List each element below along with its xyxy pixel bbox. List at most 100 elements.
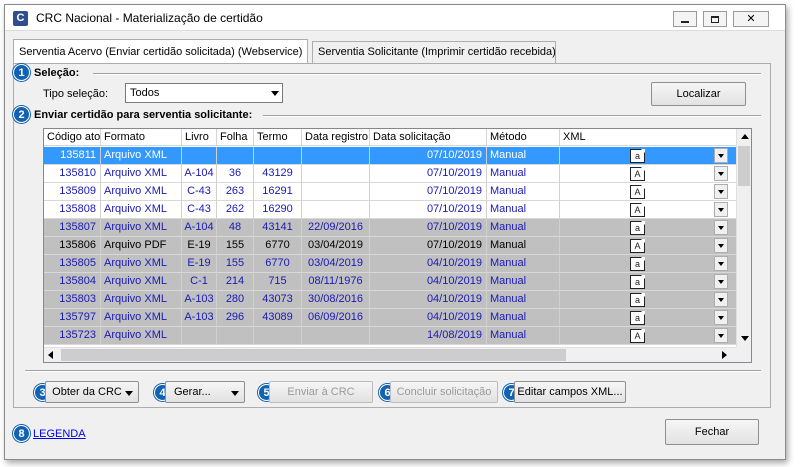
xml-document-icon[interactable]: A <box>630 185 645 199</box>
table-row[interactable]: 135810 Arquivo XML A-104 36 43129 07/10/2019 M… <box>44 165 736 183</box>
xml-dropdown-button[interactable] <box>714 184 728 199</box>
cell-data-solicitacao: 07/10/2019 <box>370 165 487 183</box>
scroll-left-icon[interactable] <box>48 351 53 359</box>
cell-termo: 6770 <box>254 237 302 255</box>
cell-codigo: 135811 <box>44 147 101 165</box>
dropdown-arrow-icon <box>231 391 239 396</box>
cell-xml: a <box>560 273 736 291</box>
table-row[interactable]: 135808 Arquivo XML C-43 262 16290 07/10/2019 M… <box>44 201 736 219</box>
xml-document-icon[interactable]: a <box>630 257 645 271</box>
cell-formato: Arquivo XML <box>101 309 182 327</box>
scroll-thumb[interactable] <box>738 146 750 186</box>
table-row[interactable]: 135803 Arquivo XML A-103 280 43073 30/08/2016… <box>44 291 736 309</box>
table-row[interactable]: 135805 Arquivo XML E-19 155 6770 03/04/2019 04… <box>44 255 736 273</box>
minimize-button[interactable] <box>673 11 697 27</box>
table-row[interactable]: 135806 Arquivo PDF E-19 155 6770 03/04/2019 07… <box>44 237 736 255</box>
cell-codigo: 135807 <box>44 219 101 237</box>
col-data-solicitacao[interactable]: Data solicitação <box>370 129 487 146</box>
xml-document-icon[interactable]: a <box>630 149 645 163</box>
grid-header: Código ato Formato Livro Folha Termo Dat… <box>44 129 736 146</box>
xml-document-icon[interactable]: a <box>630 221 645 235</box>
xml-dropdown-button[interactable] <box>714 310 728 325</box>
col-livro[interactable]: Livro <box>182 129 217 146</box>
cell-data-solicitacao: 07/10/2019 <box>370 183 487 201</box>
col-metodo[interactable]: Método <box>487 129 560 146</box>
cell-data-solicitacao: 04/10/2019 <box>370 309 487 327</box>
tab-serventia-acervo[interactable]: Serventia Acervo (Enviar certidão solici… <box>13 39 308 63</box>
obter-da-crc-button[interactable]: Obter da CRC <box>45 381 139 403</box>
xml-dropdown-button[interactable] <box>714 256 728 271</box>
xml-document-icon[interactable]: a <box>630 275 645 289</box>
table-row[interactable]: 135797 Arquivo XML A-103 296 43089 06/09/2016… <box>44 309 736 327</box>
xml-dropdown-button[interactable] <box>714 274 728 289</box>
cell-xml: A <box>560 183 736 201</box>
scroll-right-icon[interactable] <box>722 351 727 359</box>
cell-termo: 16291 <box>254 183 302 201</box>
xml-document-icon[interactable]: A <box>630 167 645 181</box>
table-row[interactable]: 135723 Arquivo XML 14/08/2019 Manual A <box>44 327 736 345</box>
cell-metodo: Manual <box>487 309 560 327</box>
xml-dropdown-button[interactable] <box>714 292 728 307</box>
table-row[interactable]: 135811 Arquivo XML 07/10/2019 Manual a <box>44 147 736 165</box>
col-data-registro[interactable]: Data registro <box>302 129 370 146</box>
cell-data-registro: 06/09/2016 <box>302 309 370 327</box>
cell-folha: 155 <box>217 237 254 255</box>
cell-termo: 43129 <box>254 165 302 183</box>
localizar-button[interactable]: Localizar <box>651 82 746 106</box>
close-button[interactable]: ✕ <box>733 11 769 27</box>
fechar-button[interactable]: Fechar <box>665 419 759 445</box>
scroll-up-icon[interactable] <box>741 134 749 139</box>
cell-data-solicitacao: 04/10/2019 <box>370 291 487 309</box>
title-bar[interactable]: C CRC Nacional - Materialização de certi… <box>5 5 785 31</box>
xml-dropdown-button[interactable] <box>714 220 728 235</box>
cell-metodo: Manual <box>487 219 560 237</box>
cell-metodo: Manual <box>487 147 560 165</box>
xml-document-icon[interactable]: a <box>630 311 645 325</box>
cell-xml: a <box>560 291 736 309</box>
scroll-corner <box>736 347 751 362</box>
xml-dropdown-button[interactable] <box>714 148 728 163</box>
xml-document-icon[interactable]: A <box>630 203 645 217</box>
cell-data-registro: 22/09/2016 <box>302 219 370 237</box>
cell-metodo: Manual <box>487 183 560 201</box>
scroll-down-icon[interactable] <box>741 336 749 341</box>
xml-dropdown-button[interactable] <box>714 238 728 253</box>
xml-dropdown-button[interactable] <box>714 202 728 217</box>
horizontal-scrollbar[interactable] <box>44 347 736 362</box>
tipo-selecao-select[interactable]: Todos <box>125 83 283 103</box>
cell-data-registro <box>302 147 370 165</box>
chevron-down-icon <box>271 91 279 96</box>
concluir-solicitacao-button[interactable]: Concluir solicitação <box>390 381 498 403</box>
cell-termo <box>254 147 302 165</box>
col-formato[interactable]: Formato <box>101 129 182 146</box>
gerar-button[interactable]: Gerar... <box>165 381 245 403</box>
maximize-icon <box>711 15 719 23</box>
maximize-button[interactable] <box>703 11 727 27</box>
col-xml[interactable]: XML <box>560 129 736 146</box>
col-codigo-ato[interactable]: Código ato <box>44 129 101 146</box>
xml-dropdown-button[interactable] <box>714 328 728 343</box>
cell-folha <box>217 147 254 165</box>
obter-label: Obter da CRC <box>52 386 122 398</box>
editar-campos-xml-button[interactable]: Editar campos XML... <box>514 381 626 403</box>
enviar-crc-button[interactable]: Enviar à CRC <box>269 381 373 403</box>
table-row[interactable]: 135809 Arquivo XML C-43 263 16291 07/10/2019 M… <box>44 183 736 201</box>
xml-document-icon[interactable]: a <box>630 293 645 307</box>
cell-data-registro <box>302 165 370 183</box>
col-termo[interactable]: Termo <box>254 129 302 146</box>
badge-1: 1 <box>13 64 30 81</box>
xml-document-icon[interactable]: A <box>630 239 645 253</box>
cell-codigo: 135806 <box>44 237 101 255</box>
tab-serventia-solicitante[interactable]: Serventia Solicitante (Imprimir certidão… <box>312 41 556 63</box>
xml-document-icon[interactable]: A <box>630 329 645 343</box>
col-folha[interactable]: Folha <box>217 129 254 146</box>
table-row[interactable]: 135807 Arquivo XML A-104 48 43141 22/09/2016 0… <box>44 219 736 237</box>
tipo-selecao-label: Tipo seleção: <box>43 88 109 100</box>
table-row[interactable]: 135804 Arquivo XML C-1 214 715 08/11/1976 04/1… <box>44 273 736 291</box>
hscroll-thumb[interactable] <box>61 349 566 361</box>
vertical-scrollbar[interactable] <box>736 129 751 347</box>
cell-data-registro <box>302 183 370 201</box>
legenda-link[interactable]: LEGENDA <box>33 428 86 440</box>
xml-dropdown-button[interactable] <box>714 166 728 181</box>
selecao-divider <box>93 73 761 75</box>
